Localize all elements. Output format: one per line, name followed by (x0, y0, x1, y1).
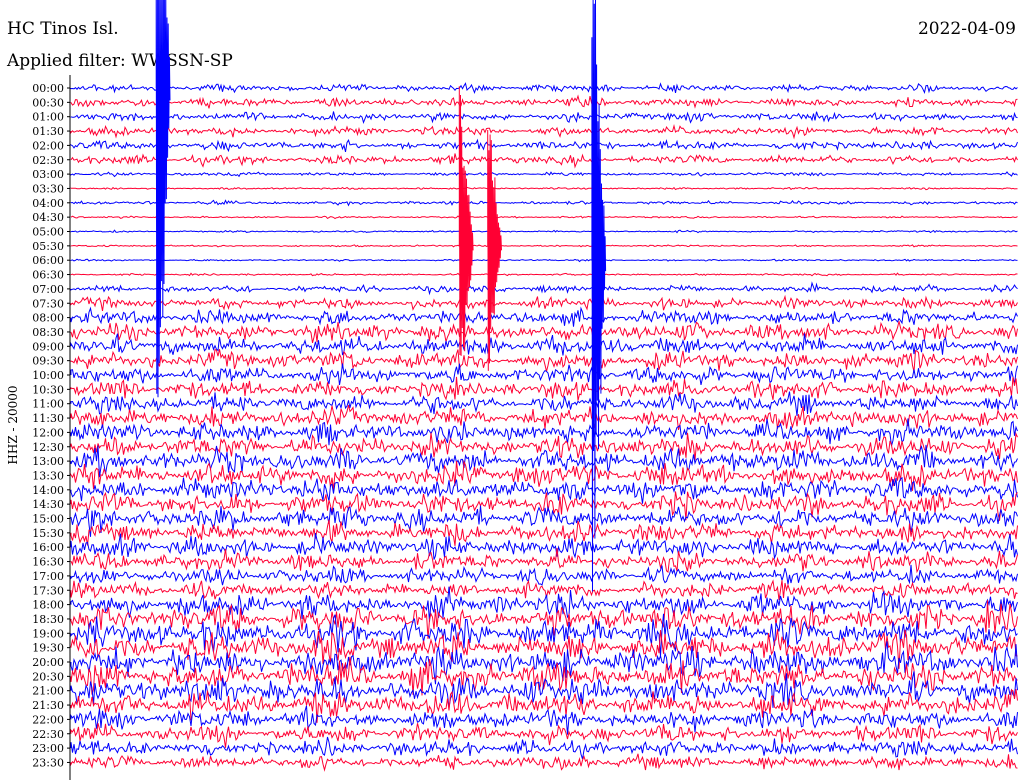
y-tick-label: 06:00 (32, 254, 64, 267)
y-tick-label: 18:00 (32, 599, 64, 612)
trace-row-1100 (70, 391, 1018, 416)
y-tick-label: 00:00 (32, 82, 64, 95)
trace-row-2200 (70, 705, 1018, 735)
y-tick-label: 01:30 (32, 125, 64, 138)
y-tick-label: 08:00 (32, 312, 64, 325)
y-tick-label: 20:00 (32, 656, 64, 669)
y-tick-label: 22:30 (32, 728, 64, 741)
y-tick-label: 03:00 (32, 168, 64, 181)
trace-row-1000 (70, 363, 1018, 386)
y-tick-label: 19:30 (32, 642, 64, 655)
y-tick-label: 19:00 (32, 627, 64, 640)
trace-row-2330 (70, 753, 1018, 772)
y-tick-label: 05:00 (32, 226, 64, 239)
trace-row-0000 (70, 82, 1018, 95)
trace-row-0530 (70, 244, 1018, 248)
trace-row-0730 (70, 294, 1018, 311)
event-spike (155, 0, 171, 398)
y-tick-label: 02:00 (32, 139, 64, 152)
y-tick-label: 10:00 (32, 369, 64, 382)
y-tick-label: 15:30 (32, 527, 64, 540)
trace-row-1730 (70, 579, 1018, 601)
y-tick-label: 16:30 (32, 556, 64, 569)
trace-row-0700 (70, 281, 1018, 296)
trace-row-0300 (70, 171, 1018, 178)
trace-row-0400 (70, 199, 1018, 207)
event-spike (458, 86, 474, 356)
trace-row-0230 (70, 153, 1018, 169)
trace-row-0900 (70, 333, 1018, 356)
y-tick-label: 08:30 (32, 326, 64, 339)
trace-row-2230 (70, 723, 1018, 748)
trace-row-1530 (70, 519, 1018, 546)
y-tick-label: 07:30 (32, 297, 64, 310)
y-tick-label: 06:30 (32, 269, 64, 282)
y-tick-label: 11:30 (32, 412, 64, 425)
trace-row-0800 (70, 306, 1018, 327)
y-tick-label: 10:30 (32, 383, 64, 396)
y-tick-label: 16:00 (32, 541, 64, 554)
trace-row-1130 (70, 404, 1018, 431)
trace-row-0600 (70, 258, 1018, 263)
y-tick-label: 14:00 (32, 484, 64, 497)
seismogram-plot: 00:0000:30 01:0001:3002:00 02:3003:0003:30… (32, 0, 1018, 780)
y-tick-label: 04:00 (32, 197, 64, 210)
y-tick-label: 17:00 (32, 570, 64, 583)
y-tick-label: 13:00 (32, 455, 64, 468)
trace-row-0030 (70, 94, 1018, 110)
y-tick-label: 11:00 (32, 398, 64, 411)
y-tick-label: 20:30 (32, 670, 64, 683)
y-tick-label: 21:00 (32, 685, 64, 698)
y-tick-label: 23:00 (32, 742, 64, 755)
trace-row-0630 (70, 272, 1018, 277)
y-tick-label: 05:30 (32, 240, 64, 253)
y-tick-label: 00:30 (32, 96, 64, 109)
trace-row-0130 (70, 124, 1018, 140)
y-tick-label: 04:30 (32, 211, 64, 224)
y-tick-label: 09:30 (32, 355, 64, 368)
y-tick-label: 14:30 (32, 498, 64, 511)
y-tick-label: 03:30 (32, 182, 64, 195)
trace-row-0330 (70, 186, 1018, 191)
trace-row-0830 (70, 321, 1018, 344)
y-tick-label: 12:30 (32, 441, 64, 454)
y-tick-label: 13:30 (32, 469, 64, 482)
trace-row-1930 (70, 629, 1018, 669)
trace-row-2300 (70, 736, 1018, 760)
trace-row-0200 (70, 138, 1018, 153)
y-tick-label: 21:30 (32, 699, 64, 712)
y-tick-label: 18:30 (32, 613, 64, 626)
y-tick-label: 07:00 (32, 283, 64, 296)
y-tick-label: 22:00 (32, 713, 64, 726)
trace-row-0430 (70, 215, 1018, 220)
y-tick-label: 17:30 (32, 584, 64, 597)
trace-row-0930 (70, 348, 1018, 372)
trace-row-0500 (70, 229, 1018, 234)
event-spike (487, 129, 502, 371)
y-tick-label: 09:00 (32, 340, 64, 353)
y-tick-label: 23:30 (32, 756, 64, 769)
y-tick-label: 01:00 (32, 111, 64, 124)
trace-row-0100 (70, 111, 1018, 124)
y-tick-label: 15:00 (32, 513, 64, 526)
trace-row-1600 (70, 532, 1018, 560)
trace-row-1700 (70, 564, 1018, 586)
y-tick-label: 02:30 (32, 154, 64, 167)
trace-row-1630 (70, 547, 1018, 574)
y-tick-label: 12:00 (32, 426, 64, 439)
